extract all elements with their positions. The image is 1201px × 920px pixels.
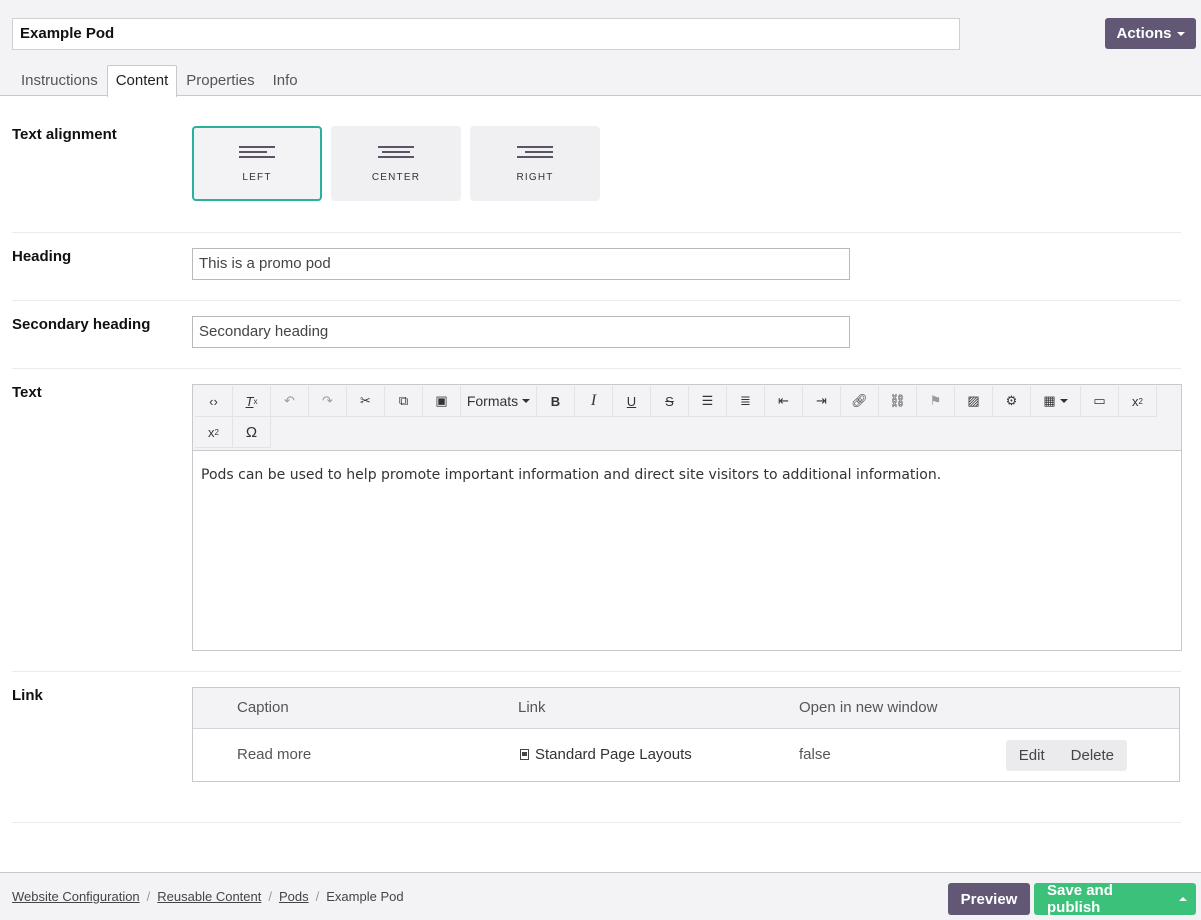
table-header: Caption Link Open in new window bbox=[193, 688, 1179, 729]
align-left-option[interactable]: LEFT bbox=[192, 126, 322, 201]
table-row: Read more Standard Page Layouts false Ed… bbox=[193, 729, 1179, 781]
edit-button[interactable]: Edit bbox=[1006, 740, 1058, 771]
anchor-icon[interactable]: ⚑ bbox=[917, 386, 955, 417]
outdent-icon[interactable]: ⇤ bbox=[765, 386, 803, 417]
chevron-down-icon bbox=[1176, 31, 1185, 36]
save-and-publish-button[interactable]: Save and publish bbox=[1034, 882, 1196, 916]
undo-icon[interactable]: ↶ bbox=[271, 386, 309, 417]
align-center-option[interactable]: CENTER bbox=[331, 126, 461, 201]
link-label: Link bbox=[12, 687, 43, 704]
formats-label: Formats bbox=[466, 393, 519, 409]
breadcrumb-separator: / bbox=[315, 889, 320, 904]
cut-icon[interactable]: ✂ bbox=[347, 386, 385, 417]
link-cell: Standard Page Layouts bbox=[520, 746, 692, 763]
align-left-icon bbox=[239, 146, 275, 158]
special-character-icon[interactable]: Ω bbox=[233, 417, 271, 448]
divider bbox=[12, 671, 1181, 672]
align-left-label: LEFT bbox=[242, 172, 272, 183]
clear-format-icon[interactable]: Tx bbox=[233, 386, 271, 417]
page-icon bbox=[520, 749, 529, 760]
caption-cell: Read more bbox=[237, 746, 312, 763]
unlink-icon[interactable]: ⛓ bbox=[879, 386, 917, 417]
save-and-publish-label: Save and publish bbox=[1047, 882, 1113, 916]
tab-instructions[interactable]: Instructions bbox=[12, 65, 107, 96]
align-center-icon bbox=[378, 146, 414, 158]
tab-bar: Instructions Content Properties Info bbox=[12, 65, 307, 97]
bullet-list-icon[interactable]: ☰ bbox=[689, 386, 727, 417]
delete-button[interactable]: Delete bbox=[1058, 740, 1127, 771]
bold-icon[interactable]: B bbox=[537, 386, 575, 417]
publish-options-toggle[interactable] bbox=[1170, 883, 1196, 915]
preview-button[interactable]: Preview bbox=[948, 883, 1030, 915]
title-input[interactable]: Example Pod bbox=[12, 18, 960, 50]
chevron-down-icon bbox=[522, 399, 531, 403]
image-icon[interactable]: ▨ bbox=[955, 386, 993, 417]
numbered-list-icon[interactable]: ≣ bbox=[727, 386, 765, 417]
formats-dropdown[interactable]: Formats bbox=[461, 386, 537, 417]
page-header: Example Pod Actions Instructions Content… bbox=[0, 0, 1201, 97]
tab-info[interactable]: Info bbox=[264, 65, 307, 96]
actions-button[interactable]: Actions bbox=[1105, 18, 1196, 49]
preview-icon[interactable]: ▭ bbox=[1081, 386, 1119, 417]
divider bbox=[12, 300, 1181, 301]
breadcrumb-current: Example Pod bbox=[326, 889, 404, 904]
column-header-open-new-window: Open in new window bbox=[799, 699, 938, 716]
tab-content[interactable]: Content bbox=[106, 65, 178, 97]
chevron-up-icon bbox=[1179, 897, 1187, 901]
indent-icon[interactable]: ⇥ bbox=[803, 386, 841, 417]
row-actions: Edit Delete bbox=[1005, 740, 1127, 771]
link-icon[interactable]: 🔗︎ bbox=[841, 386, 879, 417]
superscript-icon[interactable]: x2 bbox=[195, 417, 233, 448]
table-icon[interactable]: ▦ bbox=[1031, 386, 1081, 417]
align-center-label: CENTER bbox=[371, 172, 421, 183]
page-footer: Website Configuration / Reusable Content… bbox=[0, 872, 1201, 920]
secondary-heading-input[interactable]: Secondary heading bbox=[192, 316, 850, 348]
underline-icon[interactable]: U bbox=[613, 386, 651, 417]
rich-text-editor: ‹› Tx ↶ ↷ ✂ ⧉ ▣ Formats B I U S ☰ ≣ ⇤ ⇥ … bbox=[192, 384, 1182, 651]
editor-toolbar: ‹› Tx ↶ ↷ ✂ ⧉ ▣ Formats B I U S ☰ ≣ ⇤ ⇥ … bbox=[193, 385, 1181, 451]
redo-icon[interactable]: ↷ bbox=[309, 386, 347, 417]
divider bbox=[12, 822, 1181, 823]
align-right-icon bbox=[517, 146, 553, 158]
column-header-caption: Caption bbox=[237, 699, 289, 716]
link-target: Standard Page Layouts bbox=[535, 746, 692, 763]
breadcrumb-separator: / bbox=[268, 889, 272, 904]
editor-content[interactable]: Pods can be used to help promote importa… bbox=[193, 451, 1181, 499]
heading-input[interactable]: This is a promo pod bbox=[192, 248, 850, 280]
subscript-icon[interactable]: x2 bbox=[1119, 386, 1157, 417]
breadcrumb-reusable-content[interactable]: Reusable Content bbox=[157, 889, 261, 904]
source-code-icon[interactable]: ‹› bbox=[195, 386, 233, 417]
paste-icon[interactable]: ▣ bbox=[423, 386, 461, 417]
text-alignment-label: Text alignment bbox=[12, 126, 117, 143]
actions-label: Actions bbox=[1116, 25, 1172, 42]
breadcrumb: Website Configuration / Reusable Content… bbox=[12, 889, 404, 904]
copy-icon[interactable]: ⧉ bbox=[385, 386, 423, 417]
secondary-heading-label: Secondary heading bbox=[12, 316, 151, 333]
column-header-link: Link bbox=[518, 699, 546, 716]
italic-icon[interactable]: I bbox=[575, 386, 613, 417]
breadcrumb-pods[interactable]: Pods bbox=[279, 889, 309, 904]
divider bbox=[12, 368, 1181, 369]
divider bbox=[12, 232, 1181, 233]
heading-label: Heading bbox=[12, 248, 72, 265]
align-right-label: RIGHT bbox=[516, 172, 554, 183]
open-new-window-cell: false bbox=[799, 746, 831, 763]
breadcrumb-separator: / bbox=[146, 889, 151, 904]
widget-icon[interactable]: ⚙ bbox=[993, 386, 1031, 417]
link-table: Caption Link Open in new window Read mor… bbox=[192, 687, 1180, 782]
align-right-option[interactable]: RIGHT bbox=[470, 126, 600, 201]
tab-properties[interactable]: Properties bbox=[177, 65, 263, 96]
text-label: Text bbox=[12, 384, 42, 401]
strikethrough-icon[interactable]: S bbox=[651, 386, 689, 417]
breadcrumb-website-configuration[interactable]: Website Configuration bbox=[12, 889, 140, 904]
